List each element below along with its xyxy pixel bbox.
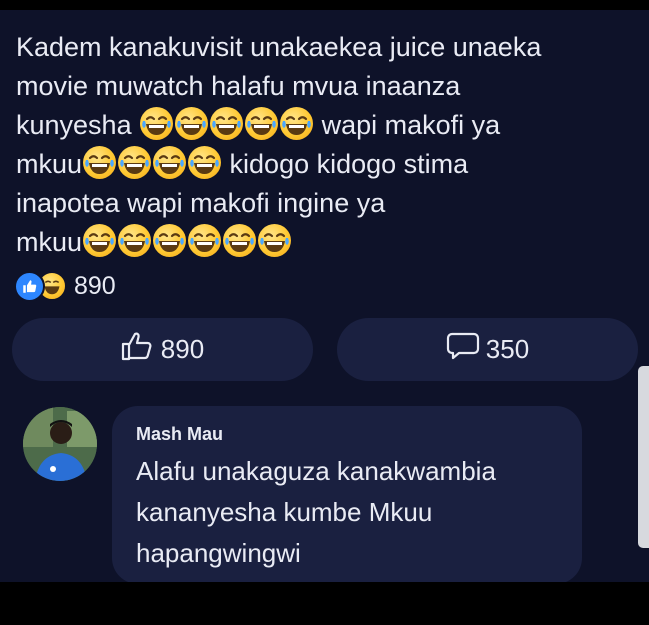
- post-line: Kadem kanakuvisit unakaekea juice unaeka: [16, 32, 542, 62]
- thumbs-up-icon: [121, 331, 155, 368]
- comment-button[interactable]: 350: [337, 318, 638, 381]
- tears-of-joy-emoji: [223, 224, 257, 257]
- tears-of-joy-emoji: [83, 224, 117, 257]
- screen: Kadem kanakuvisit unakaekea juice unaeka…: [0, 0, 649, 625]
- bottom-bar: [0, 582, 649, 625]
- post-line-with-emoji: mkuu kidogo kidogo stima: [16, 145, 636, 184]
- post-line-text: mkuu: [16, 227, 83, 257]
- like-reaction-icon: [14, 270, 45, 302]
- comment-bubble[interactable]: Mash Mau Alafu unakaguza kanakwambia kan…: [112, 406, 582, 584]
- like-button[interactable]: 890: [12, 318, 313, 381]
- tears-of-joy-emoji: [118, 224, 152, 257]
- post-line-text: mkuu: [16, 149, 83, 179]
- post-text: Kadem kanakuvisit unakaekea juice unaeka…: [16, 28, 636, 262]
- emoji-group: [82, 224, 292, 257]
- tears-of-joy-emoji: [280, 107, 314, 140]
- post-line-text: kunyesha: [16, 110, 132, 140]
- tears-of-joy-emoji: [118, 146, 152, 179]
- post-line-with-emoji: kunyesha wapi makofi ya: [16, 106, 636, 145]
- comment-line: hapangwingwi: [136, 538, 301, 568]
- emoji-group: [139, 107, 314, 140]
- tears-of-joy-emoji: [153, 224, 187, 257]
- comment-line: kananyesha kumbe Mkuu: [136, 497, 433, 527]
- post-line: inapotea wapi makofi ingine ya: [16, 188, 386, 218]
- comment-count: 350: [485, 334, 530, 364]
- post-line-text: wapi makofi ya: [321, 110, 501, 140]
- post-line-with-emoji: mkuu: [16, 223, 636, 262]
- speech-bubble-icon: [446, 331, 480, 368]
- tears-of-joy-emoji: [140, 107, 174, 140]
- comment-text: Alafu unakaguza kanakwambia kananyesha k…: [136, 451, 566, 574]
- tears-of-joy-emoji: [83, 146, 117, 179]
- tears-of-joy-emoji: [245, 107, 279, 140]
- top-status-bar: [0, 0, 649, 10]
- tears-of-joy-emoji: [188, 146, 222, 179]
- like-count: 890: [160, 334, 205, 364]
- tears-of-joy-emoji: [153, 146, 187, 179]
- reaction-count: 890: [74, 271, 116, 300]
- comment-line: Alafu unakaguza kanakwambia: [136, 456, 496, 486]
- comment-author[interactable]: Mash Mau: [136, 424, 223, 445]
- reaction-summary[interactable]: 890: [14, 270, 116, 302]
- tears-of-joy-emoji: [258, 224, 292, 257]
- emoji-group: [82, 146, 222, 179]
- post-line-text: kidogo kidogo stima: [229, 149, 469, 179]
- avatar[interactable]: [23, 407, 97, 481]
- tears-of-joy-emoji: [175, 107, 209, 140]
- tears-of-joy-emoji: [188, 224, 222, 257]
- scrollbar-thumb[interactable]: [638, 366, 649, 548]
- post-line: movie muwatch halafu mvua inaanza: [16, 71, 461, 101]
- tears-of-joy-emoji: [210, 107, 244, 140]
